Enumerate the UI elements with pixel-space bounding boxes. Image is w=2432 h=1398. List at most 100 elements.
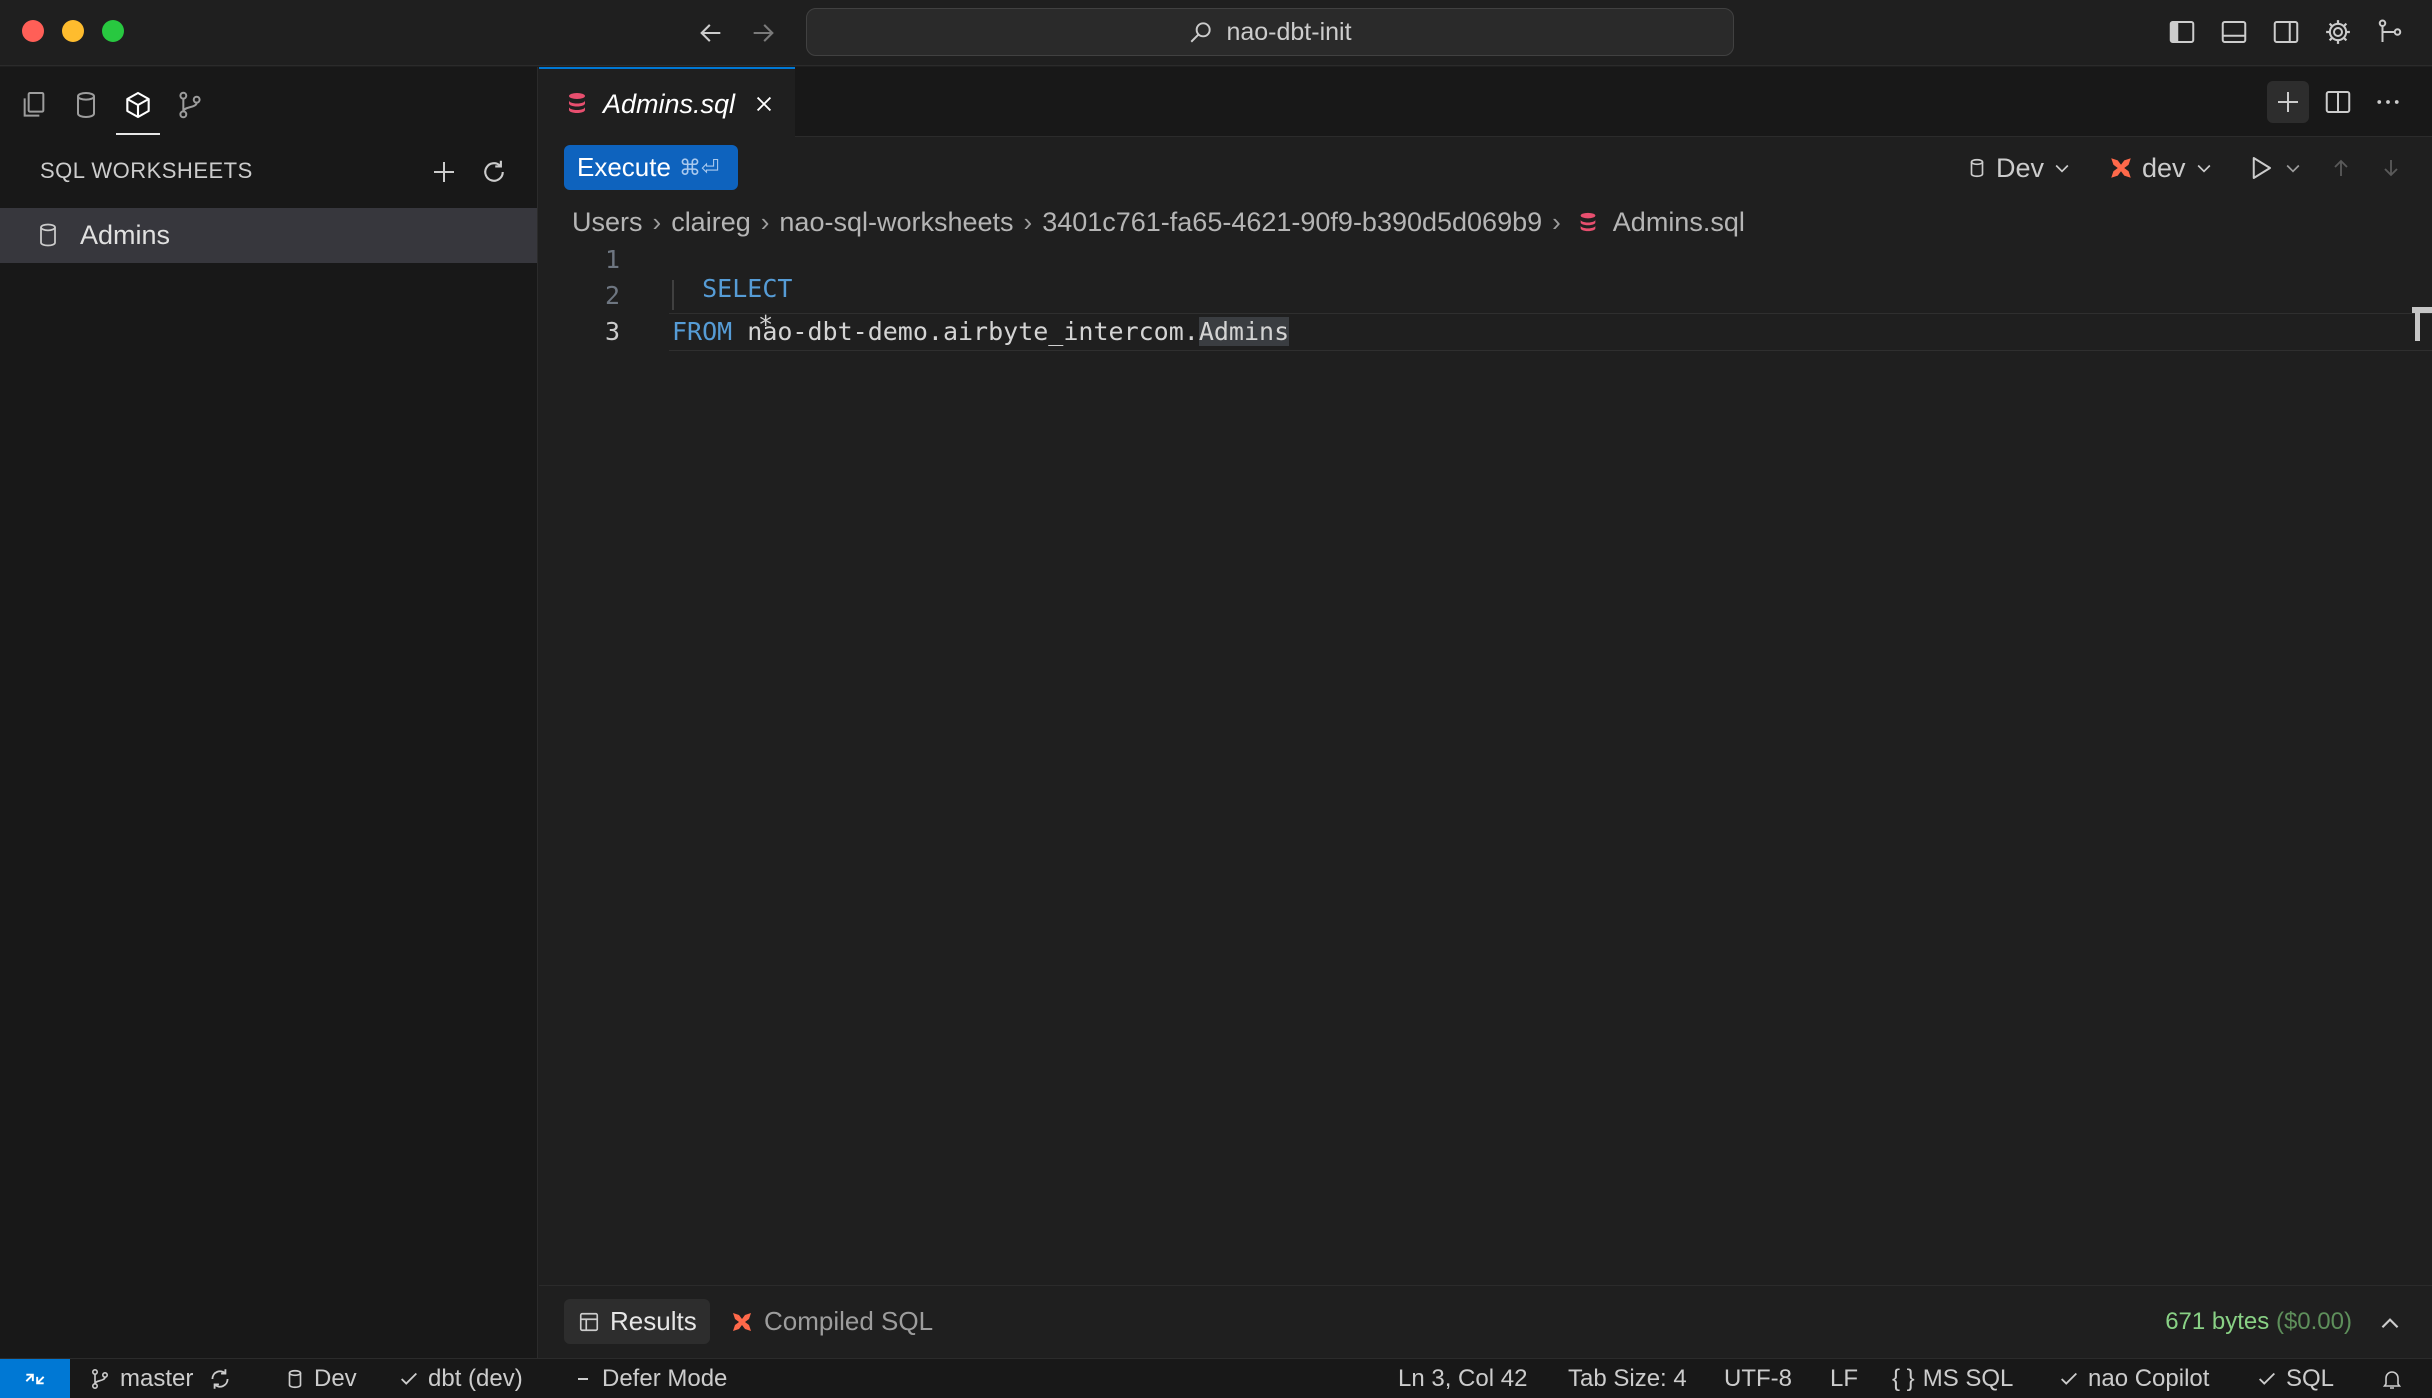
table-prefix: nao-dbt-demo.airbyte_intercom. bbox=[747, 317, 1199, 346]
active-view-indicator bbox=[116, 133, 160, 135]
chevron-right-icon: › bbox=[652, 206, 662, 237]
branch-label: master bbox=[120, 1365, 194, 1392]
arrow-down-icon[interactable] bbox=[2374, 150, 2408, 186]
source-control-graph-icon[interactable] bbox=[2372, 14, 2408, 50]
worksheet-database-icon bbox=[34, 221, 62, 249]
toggle-panel-icon[interactable] bbox=[2216, 14, 2252, 50]
forward-arrow-icon[interactable] bbox=[746, 16, 780, 50]
check-icon bbox=[2058, 1368, 2080, 1390]
check-icon bbox=[398, 1368, 420, 1390]
title-bar: nao-dbt-init bbox=[0, 0, 2432, 66]
execute-label: Execute bbox=[577, 152, 671, 182]
connection-label: Dev bbox=[1996, 152, 2045, 183]
language-mode[interactable]: { } MS SQL bbox=[1892, 1359, 2013, 1398]
sidebar-item-label: Admins bbox=[80, 220, 171, 250]
bytes-estimate: 671 bytes bbox=[2165, 1308, 2270, 1335]
breadcrumb-item[interactable]: claireg bbox=[671, 207, 751, 238]
compiled-sql-label: Compiled SQL bbox=[764, 1306, 934, 1336]
new-tab-plus-icon[interactable] bbox=[2267, 81, 2309, 123]
source-control-icon[interactable] bbox=[170, 85, 210, 125]
sql-keyword: FROM bbox=[672, 317, 733, 346]
breadcrumb-item[interactable]: 3401c761-fa65-4621-90f9-b390d5d069b9 bbox=[1042, 207, 1542, 238]
toggle-secondary-sidebar-icon[interactable] bbox=[2268, 14, 2304, 50]
chevron-up-icon[interactable] bbox=[2372, 1306, 2408, 1342]
database-icon bbox=[284, 1368, 306, 1390]
end-of-line[interactable]: LF bbox=[1830, 1359, 1858, 1398]
tab-admins-sql[interactable]: Admins.sql bbox=[539, 67, 795, 137]
dbt-logo-icon bbox=[730, 1310, 754, 1334]
braces-icon: { } bbox=[1892, 1365, 1915, 1392]
tab-compiled-sql[interactable]: Compiled SQL bbox=[730, 1299, 933, 1344]
chevron-right-icon: › bbox=[760, 206, 770, 237]
editor-tab-bar: Admins.sql bbox=[539, 67, 2432, 137]
sql-file-icon bbox=[1577, 211, 1599, 233]
close-tab-icon[interactable] bbox=[749, 89, 779, 119]
breadcrumb: Users › claireg › nao-sql-worksheets › 3… bbox=[572, 204, 1745, 240]
defer-label: Defer Mode bbox=[602, 1365, 728, 1392]
dbt-label: dbt (dev) bbox=[428, 1365, 523, 1392]
close-window-button[interactable] bbox=[22, 20, 44, 42]
sql-file-icon bbox=[565, 91, 589, 115]
run-play-icon[interactable] bbox=[2242, 150, 2278, 186]
git-branch-status[interactable]: master bbox=[88, 1359, 233, 1398]
execute-button[interactable]: Execute ⌘⏎ bbox=[564, 145, 738, 190]
search-icon bbox=[1188, 19, 1214, 45]
code-editor[interactable] bbox=[539, 243, 2432, 1283]
toggle-primary-sidebar-icon[interactable] bbox=[2164, 14, 2200, 50]
back-arrow-icon[interactable] bbox=[694, 16, 728, 50]
dbt-profile-label: dev bbox=[2142, 152, 2186, 183]
tab-size[interactable]: Tab Size: 4 bbox=[1568, 1359, 1687, 1398]
sidebar-title: SQL WORKSHEETS bbox=[40, 158, 253, 183]
line-number: 3 bbox=[604, 317, 620, 346]
scrollbar-thumb[interactable] bbox=[2415, 307, 2420, 341]
git-branch-icon bbox=[88, 1367, 112, 1391]
encoding[interactable]: UTF-8 bbox=[1724, 1359, 1792, 1398]
breadcrumb-item[interactable]: nao-sql-worksheets bbox=[779, 207, 1013, 238]
bell-icon[interactable] bbox=[2374, 1361, 2410, 1397]
workspace-name: nao-dbt-init bbox=[1226, 17, 1352, 46]
breadcrumb-item[interactable]: Users bbox=[572, 207, 643, 238]
check-icon bbox=[2256, 1368, 2278, 1390]
dbt-profile-selector[interactable]: dev bbox=[2108, 148, 2214, 188]
results-label: Results bbox=[610, 1306, 697, 1336]
execute-shortcut: ⌘⏎ bbox=[678, 154, 720, 180]
tab-results[interactable]: Results bbox=[564, 1299, 710, 1344]
sql-status[interactable]: SQL bbox=[2256, 1359, 2334, 1398]
remote-indicator-icon[interactable] bbox=[0, 1359, 70, 1398]
new-worksheet-plus-icon[interactable] bbox=[426, 154, 462, 190]
command-center-search[interactable]: nao-dbt-init bbox=[806, 8, 1734, 56]
run-options-chevron-icon[interactable] bbox=[2280, 154, 2306, 182]
query-cost-estimate: 671 bytes ($0.00) bbox=[2165, 1308, 2352, 1336]
split-editor-icon[interactable] bbox=[2319, 83, 2357, 121]
connection-label: Dev bbox=[314, 1365, 357, 1392]
dbt-status[interactable]: dbt (dev) bbox=[398, 1359, 523, 1398]
sql-label: SQL bbox=[2286, 1365, 2335, 1392]
cost-estimate: ($0.00) bbox=[2275, 1308, 2352, 1335]
chevron-down-icon bbox=[2194, 158, 2214, 178]
sql-worksheets-cube-icon[interactable] bbox=[118, 85, 158, 125]
connection-selector[interactable]: Dev bbox=[1966, 148, 2072, 188]
copilot-status[interactable]: nao Copilot bbox=[2058, 1359, 2209, 1398]
line-number: 2 bbox=[604, 281, 620, 310]
arrow-up-icon[interactable] bbox=[2324, 150, 2358, 186]
database-icon[interactable] bbox=[66, 85, 106, 125]
zoom-window-button[interactable] bbox=[102, 20, 124, 42]
more-actions-icon[interactable] bbox=[2369, 83, 2407, 121]
code-line-3: FROM nao-dbt-demo.airbyte_intercom.Admin… bbox=[672, 317, 1290, 346]
dbt-logo-icon bbox=[2108, 155, 2134, 181]
sidebar-item-admins[interactable]: Admins bbox=[0, 208, 537, 263]
cursor-position[interactable]: Ln 3, Col 42 bbox=[1398, 1359, 1527, 1398]
minimize-window-button[interactable] bbox=[62, 20, 84, 42]
line-number: 1 bbox=[604, 245, 620, 274]
defer-mode-status[interactable]: Defer Mode bbox=[578, 1359, 727, 1398]
chevron-right-icon: › bbox=[1023, 206, 1033, 237]
refresh-icon[interactable] bbox=[476, 154, 512, 190]
gear-icon[interactable] bbox=[2320, 14, 2356, 50]
breadcrumb-item[interactable]: Admins.sql bbox=[1613, 207, 1745, 238]
copilot-label: nao Copilot bbox=[2088, 1365, 2210, 1392]
explorer-files-icon[interactable] bbox=[14, 85, 54, 125]
chevron-right-icon: › bbox=[1552, 206, 1561, 237]
tab-title: Admins.sql bbox=[603, 89, 736, 119]
sync-icon[interactable] bbox=[207, 1366, 233, 1392]
connection-status[interactable]: Dev bbox=[284, 1359, 357, 1398]
